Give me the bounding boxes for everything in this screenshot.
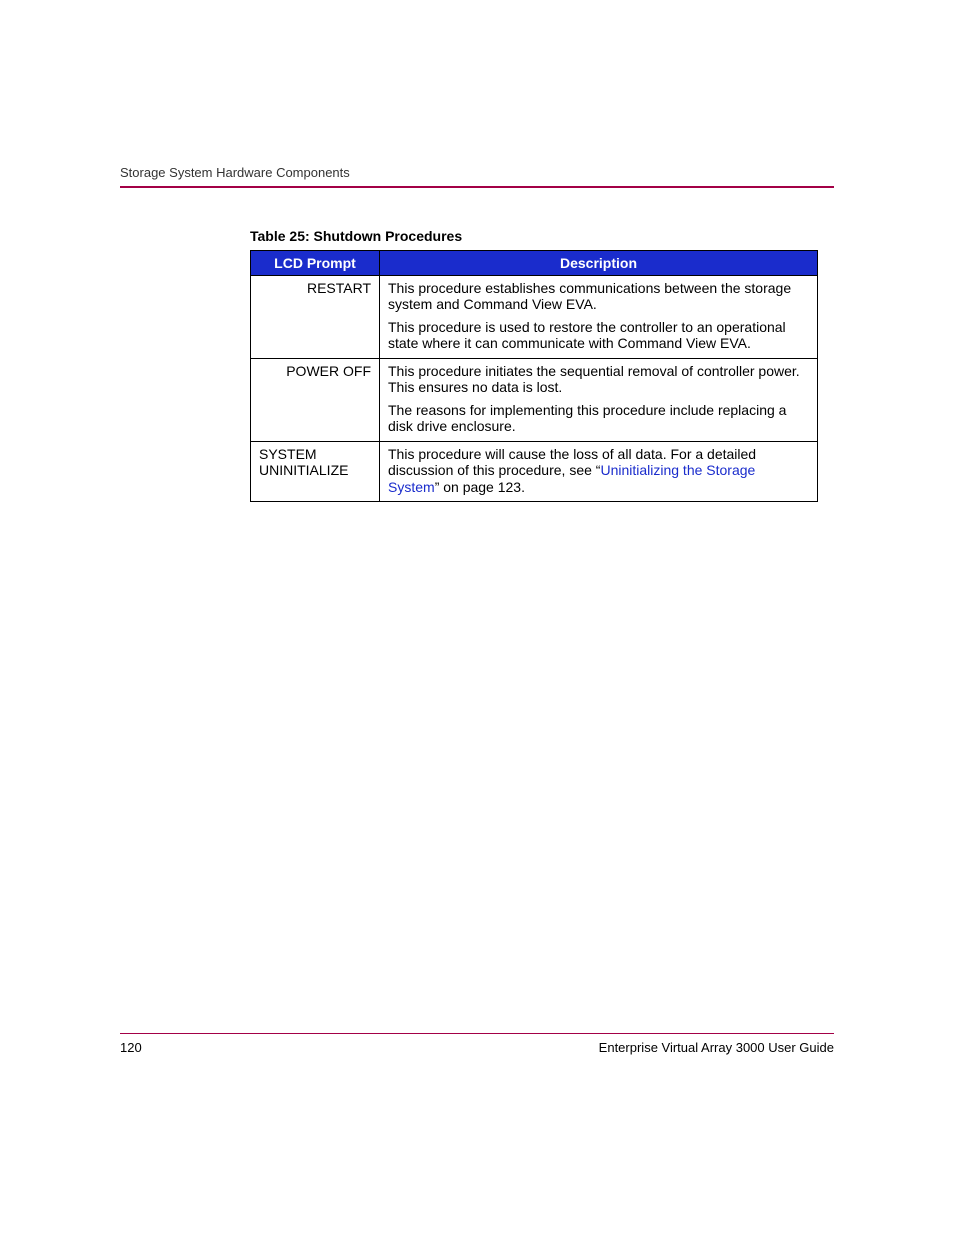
header-rule bbox=[120, 186, 834, 188]
lcd-prompt-cell: RESTART bbox=[251, 275, 380, 358]
shutdown-procedures-table: LCD Prompt Description RESTART This proc… bbox=[250, 250, 818, 503]
running-header: Storage System Hardware Components bbox=[120, 165, 834, 180]
description-cell: This procedure initiates the sequential … bbox=[380, 358, 818, 441]
description-paragraph: This procedure establishes communication… bbox=[388, 280, 809, 313]
description-paragraph: This procedure initiates the sequential … bbox=[388, 363, 809, 396]
text-run: ” on page 123. bbox=[435, 479, 525, 495]
column-header-description: Description bbox=[380, 250, 818, 275]
description-cell: This procedure will cause the loss of al… bbox=[380, 441, 818, 502]
description-paragraph: This procedure will cause the loss of al… bbox=[388, 446, 809, 496]
table-row: SYSTEM UNINITIALIZE This procedure will … bbox=[251, 441, 818, 502]
description-cell: This procedure establishes communication… bbox=[380, 275, 818, 358]
table-row: POWER OFF This procedure initiates the s… bbox=[251, 358, 818, 441]
lcd-prompt-cell: SYSTEM UNINITIALIZE bbox=[251, 441, 380, 502]
table-row: RESTART This procedure establishes commu… bbox=[251, 275, 818, 358]
page-number: 120 bbox=[120, 1040, 142, 1055]
footer-rule bbox=[120, 1033, 834, 1035]
description-paragraph: This procedure is used to restore the co… bbox=[388, 319, 809, 352]
description-paragraph: The reasons for implementing this proced… bbox=[388, 402, 809, 435]
document-title: Enterprise Virtual Array 3000 User Guide bbox=[599, 1040, 834, 1055]
table-caption: Table 25: Shutdown Procedures bbox=[250, 228, 834, 244]
column-header-prompt: LCD Prompt bbox=[251, 250, 380, 275]
lcd-prompt-cell: POWER OFF bbox=[251, 358, 380, 441]
